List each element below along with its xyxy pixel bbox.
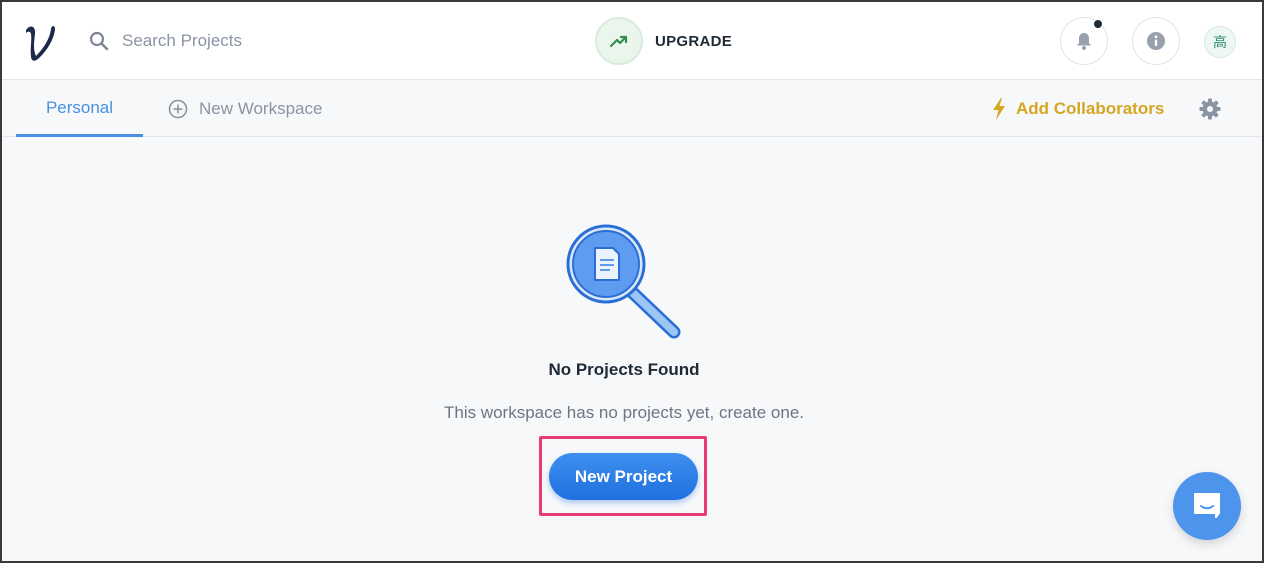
plus-circle-icon [168, 99, 188, 119]
bell-icon [1077, 33, 1091, 50]
tab-personal-label: Personal [45, 97, 114, 117]
search-input[interactable] [122, 31, 322, 51]
tab-personal[interactable]: Personal [16, 81, 143, 137]
info-icon [1147, 32, 1165, 50]
lightning-bolt-icon [993, 98, 1005, 120]
gear-icon[interactable] [1199, 98, 1221, 120]
upgrade-label: UPGRADE [655, 32, 733, 50]
avatar[interactable]: 高 [1204, 26, 1236, 58]
brand-logo-icon[interactable] [20, 20, 60, 62]
chat-icon [1194, 493, 1220, 518]
app-window: UPGRADE 高 Personal [0, 0, 1264, 563]
notification-dot [1093, 19, 1103, 29]
top-bar: UPGRADE 高 [2, 2, 1262, 80]
notifications-button[interactable] [1060, 17, 1108, 65]
tab-new-workspace[interactable]: New Workspace [168, 81, 322, 137]
search-bar [88, 28, 322, 54]
upgrade-button[interactable]: UPGRADE [595, 17, 732, 65]
new-project-button[interactable]: New Project [549, 453, 698, 500]
empty-state-subtitle: This workspace has no projects yet, crea… [443, 403, 804, 422]
add-collaborators-label: Add Collaborators [1016, 99, 1165, 118]
add-collaborators-button[interactable]: Add Collaborators [992, 81, 1164, 137]
info-button[interactable] [1132, 17, 1180, 65]
chat-launcher-button[interactable] [1173, 472, 1241, 540]
search-icon [89, 31, 109, 51]
empty-state-title: No Projects Found [548, 360, 700, 379]
tab-new-workspace-label: New Workspace [199, 99, 323, 118]
trending-up-icon [609, 35, 628, 48]
workspace-tabs-bar: Personal New Workspace Add Collaborators [2, 81, 1262, 137]
upgrade-badge [595, 17, 643, 65]
magnifier-document-icon [566, 224, 681, 339]
